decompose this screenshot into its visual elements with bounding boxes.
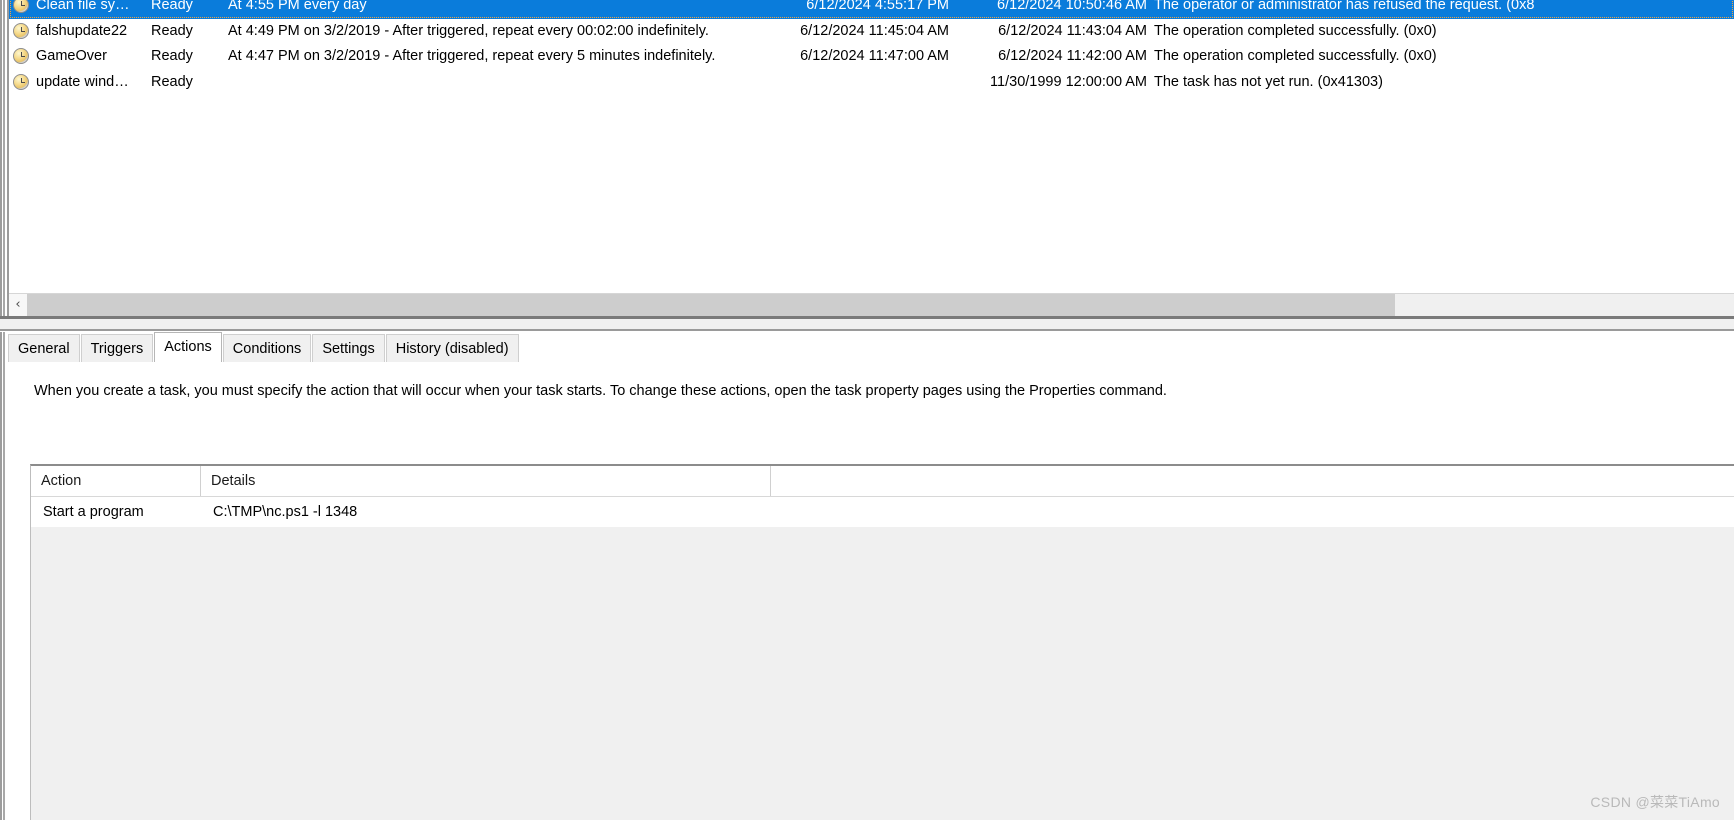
table-row[interactable]: falshupdate22 Ready At 4:49 PM on 3/2/20… bbox=[9, 19, 1734, 45]
tab-settings[interactable]: Settings bbox=[312, 334, 385, 362]
task-status: Ready bbox=[151, 0, 193, 13]
task-icon bbox=[13, 70, 33, 96]
detail-border-outer bbox=[0, 332, 2, 820]
action-details-cell: C:\TMP\nc.ps1 -l 1348 bbox=[213, 504, 358, 520]
task-icon bbox=[13, 0, 33, 19]
detail-border-inner bbox=[3, 332, 5, 820]
tab-actions[interactable]: Actions bbox=[154, 332, 222, 362]
task-last-result: The operation completed successfully. (0… bbox=[1154, 22, 1437, 39]
detail-pane: General Triggers Actions Conditions Sett… bbox=[0, 332, 1734, 820]
task-last-run: 6/12/2024 11:43:04 AM bbox=[998, 22, 1147, 39]
action-type-cell: Start a program bbox=[43, 504, 144, 520]
task-next-run: 6/12/2024 4:55:17 PM bbox=[806, 0, 949, 13]
task-list-pane: Clean file sy… Ready At 4:55 PM every da… bbox=[0, 0, 1734, 322]
column-header-action[interactable]: Action bbox=[31, 466, 201, 496]
table-row[interactable]: GameOver Ready At 4:47 PM on 3/2/2019 - … bbox=[9, 44, 1734, 70]
task-next-run: 6/12/2024 11:47:00 AM bbox=[800, 48, 949, 64]
task-triggers: At 4:47 PM on 3/2/2019 - After triggered… bbox=[228, 48, 716, 64]
actions-grid[interactable]: Action Details Start a program C:\TMP\nc… bbox=[30, 464, 1734, 820]
table-row-selected[interactable]: Clean file sy… Ready At 4:55 PM every da… bbox=[9, 0, 1734, 19]
scroll-left-arrow-icon[interactable]: ‹ bbox=[9, 294, 27, 316]
task-last-run: 11/30/1999 12:00:00 AM bbox=[990, 73, 1147, 90]
column-header-filler[interactable] bbox=[771, 466, 1734, 496]
task-status: Ready bbox=[151, 48, 193, 64]
task-status: Ready bbox=[151, 73, 193, 90]
task-triggers: At 4:55 PM every day bbox=[228, 0, 367, 13]
actions-description-text: When you create a task, you must specify… bbox=[34, 383, 1167, 399]
table-row[interactable]: update wind… Ready 11/30/1999 12:00:00 A… bbox=[9, 70, 1734, 96]
actions-grid-row[interactable]: Start a program C:\TMP\nc.ps1 -l 1348 bbox=[31, 497, 1734, 527]
pane-splitter-line bbox=[0, 329, 1734, 331]
task-icon bbox=[13, 44, 33, 70]
task-triggers: At 4:49 PM on 3/2/2019 - After triggered… bbox=[228, 22, 709, 39]
watermark-text: CSDN @菜菜TiAmo bbox=[1590, 794, 1720, 810]
task-last-result: The task has not yet run. (0x41303) bbox=[1154, 73, 1383, 90]
window-border-outer bbox=[0, 0, 2, 322]
task-list-rows[interactable]: Clean file sy… Ready At 4:55 PM every da… bbox=[9, 0, 1734, 322]
actions-grid-header: Action Details bbox=[31, 466, 1734, 497]
task-icon bbox=[13, 19, 33, 45]
column-header-details[interactable]: Details bbox=[201, 466, 771, 496]
actions-grid-empty-area bbox=[31, 527, 1734, 820]
tab-conditions[interactable]: Conditions bbox=[222, 334, 312, 362]
horizontal-scrollbar-thumb[interactable] bbox=[27, 294, 1395, 316]
task-last-result: The operator or administrator has refuse… bbox=[1154, 0, 1535, 13]
task-next-run: 6/12/2024 11:45:04 AM bbox=[800, 22, 949, 39]
task-name: falshupdate22 bbox=[36, 22, 128, 39]
detail-body: When you create a task, you must specify… bbox=[8, 362, 1734, 820]
task-name: update wind… bbox=[36, 73, 129, 90]
tab-history-disabled[interactable]: History (disabled) bbox=[385, 334, 519, 362]
tab-general[interactable]: General bbox=[8, 334, 80, 362]
tab-triggers[interactable]: Triggers bbox=[80, 334, 154, 362]
task-last-result: The operation completed successfully. (0… bbox=[1154, 48, 1437, 64]
detail-tabstrip[interactable]: General Triggers Actions Conditions Sett… bbox=[8, 332, 1734, 362]
task-name: Clean file sy… bbox=[36, 0, 130, 13]
task-name: GameOver bbox=[36, 48, 107, 64]
task-last-run: 6/12/2024 10:50:46 AM bbox=[997, 0, 1147, 13]
task-last-run: 6/12/2024 11:42:00 AM bbox=[998, 48, 1147, 64]
actions-grid-rows[interactable]: Start a program C:\TMP\nc.ps1 -l 1348 bbox=[31, 497, 1734, 527]
horizontal-scrollbar[interactable]: ‹ bbox=[9, 293, 1734, 316]
task-status: Ready bbox=[151, 22, 193, 39]
